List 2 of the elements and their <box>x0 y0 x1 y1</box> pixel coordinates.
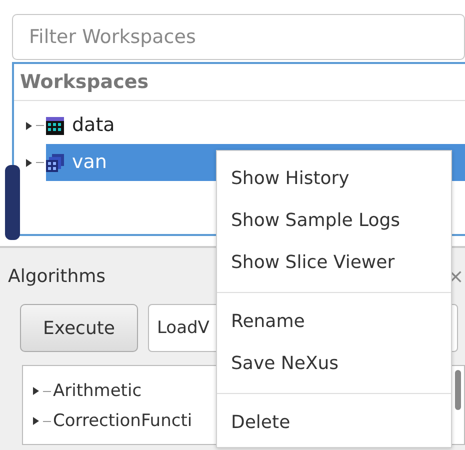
panel-title: Algorithms <box>7 266 106 286</box>
panel-header: Workspaces <box>14 64 465 101</box>
